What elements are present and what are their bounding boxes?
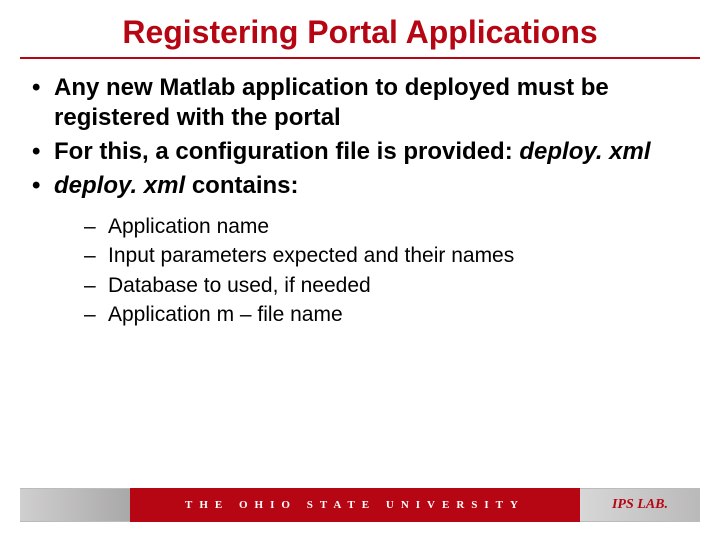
footer-university: THE OHIO STATE UNIVERSITY [130, 488, 580, 522]
title-underline [20, 57, 700, 59]
bullet-text: contains: [185, 172, 298, 199]
sub-bullet-item: Input parameters expected and their name… [82, 242, 692, 269]
bullet-text: Any new Matlab application to deployed m… [54, 74, 609, 131]
slide: Registering Portal Applications Any new … [0, 0, 720, 540]
bullet-item: Any new Matlab application to deployed m… [28, 73, 692, 133]
main-bullet-list: Any new Matlab application to deployed m… [28, 73, 692, 328]
bullet-item: For this, a configuration file is provid… [28, 137, 692, 167]
bullet-italic: deploy. xml [54, 172, 185, 199]
bullet-text: For this, a configuration file is provid… [54, 138, 519, 165]
footer-lab: IPS LAB. [580, 488, 700, 522]
sub-bullet-item: Application name [82, 213, 692, 240]
sub-bullet-item: Application m – file name [82, 301, 692, 328]
bullet-italic: deploy. xml [519, 138, 650, 165]
slide-title: Registering Portal Applications [0, 0, 720, 57]
footer-logo-area [20, 488, 130, 522]
sub-bullet-list: Application name Input parameters expect… [82, 213, 692, 328]
sub-bullet-item: Database to used, if needed [82, 272, 692, 299]
bullet-item: deploy. xml contains: Application name I… [28, 171, 692, 328]
footer-bar: THE OHIO STATE UNIVERSITY IPS LAB. [20, 488, 700, 522]
content-area: Any new Matlab application to deployed m… [0, 73, 720, 328]
